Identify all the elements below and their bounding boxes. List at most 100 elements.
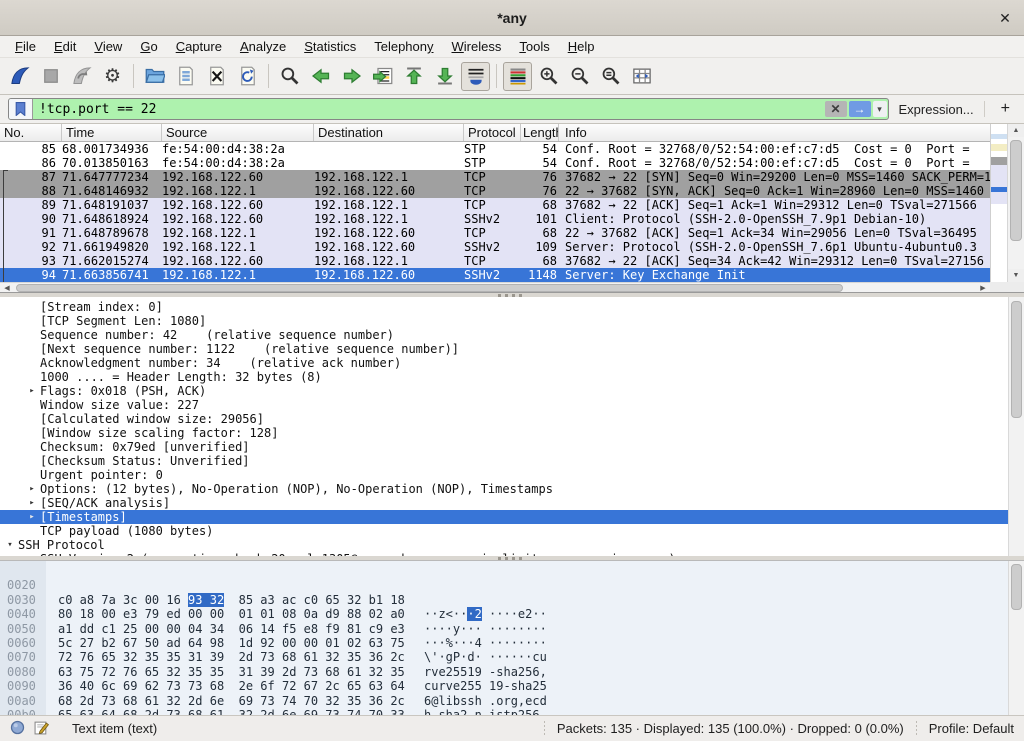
column-header-info[interactable]: Info	[559, 124, 990, 141]
detail-line[interactable]: ▸ Options: (12 bytes), No-Operation (NOP…	[0, 482, 1024, 496]
filter-bookmark-icon[interactable]	[9, 99, 33, 119]
restart-capture-icon[interactable]	[67, 62, 96, 91]
scroll-right-icon[interactable]: ▶	[976, 283, 990, 292]
go-forward-icon[interactable]	[337, 62, 366, 91]
zoom-in-icon[interactable]	[534, 62, 563, 91]
detail-line[interactable]: [Stream index: 0]	[0, 300, 1024, 314]
zoom-reset-icon[interactable]	[596, 62, 625, 91]
start-capture-icon[interactable]	[5, 62, 34, 91]
detail-line[interactable]: [TCP Segment Len: 1080]	[0, 314, 1024, 328]
capture-options-icon[interactable]: ⚙	[98, 62, 127, 91]
expand-arrow-icon[interactable]	[24, 398, 40, 412]
go-last-packet-icon[interactable]	[430, 62, 459, 91]
horizontal-scroll-thumb[interactable]	[16, 284, 843, 292]
colorize-packets-icon[interactable]	[503, 62, 532, 91]
column-header-destination[interactable]: Destination	[314, 124, 464, 141]
expert-info-icon[interactable]	[10, 720, 25, 738]
hex-row[interactable]: 0080 36 40 6c 69 62 73 73 68 2e 6f 72 67…	[0, 650, 1024, 664]
expand-arrow-icon[interactable]: ▸	[24, 482, 40, 496]
expand-arrow-icon[interactable]	[24, 300, 40, 314]
packet-list-vertical-scrollbar[interactable]: ▲ ▼	[1007, 124, 1024, 282]
clear-filter-icon[interactable]: ✕	[825, 101, 847, 117]
packet-row[interactable]: 94 71.663856741 192.168.122.1 192.168.12…	[0, 268, 990, 282]
expand-arrow-icon[interactable]	[24, 314, 40, 328]
hex-row[interactable]: 0070 63 75 72 76 65 32 35 35 31 39 2d 73…	[0, 636, 1024, 650]
expand-arrow-icon[interactable]: ▸	[24, 510, 40, 524]
stop-capture-icon[interactable]	[36, 62, 65, 91]
details-vertical-scrollbar[interactable]	[1008, 297, 1024, 556]
expand-arrow-icon[interactable]	[24, 370, 40, 384]
expand-arrow-icon[interactable]	[24, 342, 40, 356]
expand-arrow-icon[interactable]: ▾	[2, 538, 18, 552]
column-header-source[interactable]: Source	[162, 124, 314, 141]
hex-row[interactable]: 0030 80 18 00 e3 79 ed 00 00 01 01 08 0a…	[0, 578, 1024, 592]
profile-indicator[interactable]: Profile: Default	[929, 721, 1014, 736]
expand-arrow-icon[interactable]	[24, 468, 40, 482]
hex-scroll-thumb[interactable]	[1011, 564, 1022, 610]
detail-line[interactable]: 1000 .... = Header Length: 32 bytes (8)	[0, 370, 1024, 384]
expand-arrow-icon[interactable]	[24, 426, 40, 440]
hex-row[interactable]: 0090 68 2d 73 68 61 32 2d 6e 69 73 74 70…	[0, 665, 1024, 679]
resize-columns-icon[interactable]	[627, 62, 656, 91]
hex-row[interactable]: 00a0 65 63 64 68 2d 73 68 61 32 2d 6e 69…	[0, 679, 1024, 693]
expression-button[interactable]: Expression...	[899, 102, 974, 117]
packet-row[interactable]: 87 71.647777234 192.168.122.60 192.168.1…	[0, 170, 990, 184]
menu-item[interactable]: Edit	[45, 37, 85, 56]
packet-list-minimap[interactable]	[990, 124, 1007, 282]
zoom-out-icon[interactable]	[565, 62, 594, 91]
details-scroll-thumb[interactable]	[1011, 301, 1022, 418]
menu-item[interactable]: Tools	[510, 37, 558, 56]
menu-item[interactable]: Analyze	[231, 37, 295, 56]
menu-item[interactable]: Wireless	[443, 37, 511, 56]
capture-comment-icon[interactable]	[34, 720, 49, 738]
detail-line[interactable]: ▸ SSH Version 2 (encryption:chacha20-pol…	[0, 552, 1024, 556]
detail-line[interactable]: Sequence number: 42 (relative sequence n…	[0, 328, 1024, 342]
expand-arrow-icon[interactable]: ▸	[24, 496, 40, 510]
add-filter-button[interactable]: +	[995, 100, 1016, 118]
detail-line[interactable]: [Next sequence number: 1122 (relative se…	[0, 342, 1024, 356]
hex-row[interactable]: 0020 c0 a8 7a 3c 00 16 93 32 85 a3 ac c0…	[0, 564, 1024, 578]
find-packet-icon[interactable]	[275, 62, 304, 91]
menu-item[interactable]: Telephony	[365, 37, 442, 56]
go-back-icon[interactable]	[306, 62, 335, 91]
hex-row[interactable]: 0050 5c 27 b2 67 50 ad 64 98 1d 92 00 00…	[0, 607, 1024, 621]
detail-line[interactable]: Acknowledgment number: 34 (relative ack …	[0, 356, 1024, 370]
detail-line[interactable]: ▾ SSH Protocol	[0, 538, 1024, 552]
column-header-protocol[interactable]: Protocol	[464, 124, 521, 141]
reload-file-icon[interactable]	[233, 62, 262, 91]
expand-arrow-icon[interactable]	[24, 524, 40, 538]
packet-row[interactable]: 89 71.648191037 192.168.122.60 192.168.1…	[0, 198, 990, 212]
menu-item[interactable]: Help	[559, 37, 604, 56]
expand-arrow-icon[interactable]	[24, 454, 40, 468]
display-filter-input[interactable]	[33, 99, 824, 119]
scroll-left-icon[interactable]: ◀	[0, 283, 14, 292]
expand-arrow-icon[interactable]	[24, 440, 40, 454]
detail-line[interactable]: ▸ [Timestamps]	[0, 510, 1024, 524]
apply-filter-icon[interactable]: →	[849, 101, 871, 117]
packet-row[interactable]: 92 71.661949820 192.168.122.1 192.168.12…	[0, 240, 990, 254]
menu-item[interactable]: File	[6, 37, 45, 56]
column-header-time[interactable]: Time	[62, 124, 162, 141]
detail-line[interactable]: TCP payload (1080 bytes)	[0, 524, 1024, 538]
hex-vertical-scrollbar[interactable]	[1008, 561, 1024, 715]
detail-line[interactable]: [Checksum Status: Unverified]	[0, 454, 1024, 468]
scroll-down-icon[interactable]: ▼	[1008, 269, 1024, 282]
vertical-scroll-thumb[interactable]	[1010, 140, 1022, 241]
detail-line[interactable]: ▸ [SEQ/ACK analysis]	[0, 496, 1024, 510]
menu-item[interactable]: View	[85, 37, 131, 56]
hex-bytes[interactable]: 65 63 64 68 2d 73 68 61 32 2d 6e 69 73 7…	[58, 708, 405, 715]
expand-arrow-icon[interactable]	[24, 356, 40, 370]
close-window-icon[interactable]: ✕	[996, 9, 1014, 27]
hex-row[interactable]: 0040 a1 dd c1 25 00 00 04 34 06 14 f5 e8…	[0, 593, 1024, 607]
hex-row[interactable]: 00b0 38 34 2c 65 63 64 68 2d 73 68 61 32…	[0, 694, 1024, 708]
open-file-icon[interactable]	[140, 62, 169, 91]
packet-row[interactable]: 90 71.648618924 192.168.122.60 192.168.1…	[0, 212, 990, 226]
filter-dropdown-caret-icon[interactable]: ▾	[873, 101, 887, 117]
save-file-icon[interactable]	[171, 62, 200, 91]
packet-row[interactable]: 93 71.662015274 192.168.122.60 192.168.1…	[0, 254, 990, 268]
detail-line[interactable]: Checksum: 0x79ed [unverified]	[0, 440, 1024, 454]
column-header-length[interactable]: Length	[521, 124, 559, 141]
menu-item[interactable]: Capture	[167, 37, 231, 56]
detail-line[interactable]: [Calculated window size: 29056]	[0, 412, 1024, 426]
expand-arrow-icon[interactable]: ▸	[24, 552, 40, 556]
